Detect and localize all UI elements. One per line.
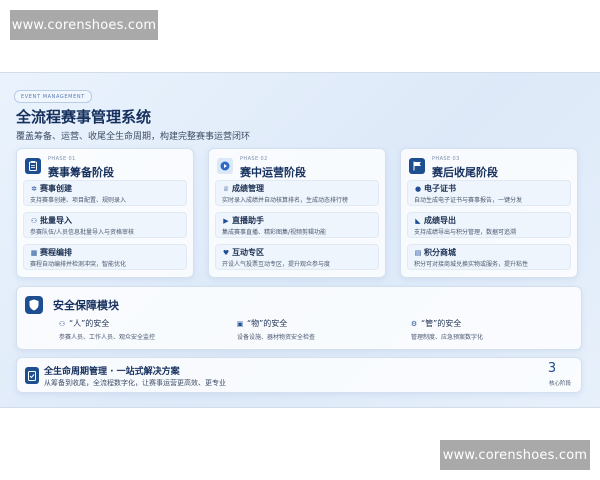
stat-label: 核心阶段 xyxy=(548,381,571,387)
feature-desc: 参赛队伍/人员信息批量导入与资格审核 xyxy=(30,229,135,236)
export-icon: ◣ xyxy=(415,217,421,225)
slide: EVENT MANAGEMENT 全流程赛事管理系统 覆盖筹备、运营、收尾全生命… xyxy=(0,72,600,408)
phase-card-3: PHASE 03 赛后收尾阶段 ● 电子证书 自动生成电子证书与赛事报告，一键分… xyxy=(400,148,578,278)
feature-item-score-management[interactable]: ♕ 成绩管理 实时录入成绩并自动核算排名，生成动态排行榜 xyxy=(215,180,379,206)
phase-title: 赛事筹备阶段 xyxy=(48,166,114,179)
certificate-icon: ● xyxy=(414,185,422,193)
heart-icon: ♥ xyxy=(222,249,230,257)
gear-icon: ✲ xyxy=(31,185,37,193)
flag-icon xyxy=(409,158,425,174)
summary-subtitle: 从筹备到收尾，全流程数字化，让赛事运营更高效、更专业 xyxy=(44,379,226,387)
feature-item-event-create[interactable]: ✲ 赛事创建 支持赛事创建、项目配置、规则录入 xyxy=(23,180,187,206)
feature-title: 赛程编排 xyxy=(40,248,72,257)
calendar-icon: ▦ xyxy=(30,249,38,257)
clipboard-icon xyxy=(25,158,41,174)
safety-equipment[interactable]: ▣ “物”的安全 设备设施、器材物资安全检查 xyxy=(235,317,405,347)
safety-module: 安全保障模块 ⚇ “人”的安全 参赛人员、工作人员、观众安全监控 ▣ “物”的安… xyxy=(16,286,582,350)
phase-card-1: PHASE 01 赛事筹备阶段 ✲ 赛事创建 支持赛事创建、项目配置、规则录入 … xyxy=(16,148,194,278)
feature-item-schedule[interactable]: ▦ 赛程编排 赛程自动编排并检测冲突，智能优化 xyxy=(23,244,187,270)
feature-title: 成绩管理 xyxy=(232,184,264,193)
play-icon xyxy=(217,158,233,174)
feature-desc: 实时录入成绩并自动核算排名，生成动态排行榜 xyxy=(222,197,349,204)
people-icon: ⚇ xyxy=(58,320,66,328)
feature-title: 赛事创建 xyxy=(40,184,72,193)
safety-item-desc: 管理制度、应急预案数字化 xyxy=(411,334,484,341)
watermark-top: www.corenshoes.com xyxy=(10,10,158,40)
page-title: 全流程赛事管理系统 xyxy=(16,108,152,126)
equipment-icon: ▣ xyxy=(236,320,244,328)
feature-title: 积分商城 xyxy=(424,248,456,257)
video-icon: ▶ xyxy=(223,217,229,225)
safety-management[interactable]: ⚙ “管”的安全 管理制度、应急预案数字化 xyxy=(409,317,579,347)
phase-kicker: PHASE 02 xyxy=(240,156,268,162)
page-subtitle: 覆盖筹备、运营、收尾全生命周期，构建完整赛事运营闭环 xyxy=(16,132,251,142)
store-icon: ▤ xyxy=(414,249,422,257)
phase-card-2: PHASE 02 赛中运营阶段 ♕ 成绩管理 实时录入成绩并自动核算排名，生成动… xyxy=(208,148,386,278)
feature-item-live-assistant[interactable]: ▶ 直播助手 集成赛事直播、精彩图集/视频剪辑功能 xyxy=(215,212,379,238)
safety-item-title: “管”的安全 xyxy=(421,319,462,328)
section-tag: EVENT MANAGEMENT xyxy=(14,90,92,103)
feature-desc: 开设人气投票互动专区，提升观众参与度 xyxy=(222,261,331,268)
feature-desc: 支持赛事创建、项目配置、规则录入 xyxy=(30,197,127,204)
feature-desc: 赛程自动编排并检测冲突，智能优化 xyxy=(30,261,127,268)
phase-kicker: PHASE 03 xyxy=(432,156,460,162)
feature-item-points-mall[interactable]: ▤ 积分商城 积分可对接商城兑换实物或服务，提升粘性 xyxy=(407,244,571,270)
feature-desc: 积分可对接商城兑换实物或服务，提升粘性 xyxy=(414,261,529,268)
feature-desc: 集成赛事直播、精彩图集/视频剪辑功能 xyxy=(222,229,327,236)
feature-item-batch-import[interactable]: ⚇ 批量导入 参赛队伍/人员信息批量导入与资格审核 xyxy=(23,212,187,238)
feature-item-e-certificate[interactable]: ● 电子证书 自动生成电子证书与赛事报告，一键分发 xyxy=(407,180,571,206)
summary-bar: 全生命周期管理 · 一站式解决方案 从筹备到收尾，全流程数字化，让赛事运营更高效… xyxy=(16,357,582,393)
group-icon: ⚇ xyxy=(30,217,38,225)
safety-title: 安全保障模块 xyxy=(53,299,119,312)
safety-item-desc: 参赛人员、工作人员、观众安全监控 xyxy=(59,334,156,341)
summary-title: 全生命周期管理 · 一站式解决方案 xyxy=(44,367,180,377)
management-icon: ⚙ xyxy=(410,320,418,328)
watermark-bottom: www.corenshoes.com xyxy=(440,440,590,470)
safety-item-title: “人”的安全 xyxy=(69,319,110,328)
feature-title: 成绩导出 xyxy=(424,216,456,225)
feature-title: 批量导入 xyxy=(40,216,72,225)
phase-title: 赛后收尾阶段 xyxy=(432,166,498,179)
safety-item-desc: 设备设施、器材物资安全检查 xyxy=(237,334,316,341)
checklist-icon xyxy=(25,367,39,384)
feature-title: 互动专区 xyxy=(232,248,264,257)
phase-kicker: PHASE 01 xyxy=(48,156,76,162)
phase-title: 赛中运营阶段 xyxy=(240,166,306,179)
safety-people[interactable]: ⚇ “人”的安全 参赛人员、工作人员、观众安全监控 xyxy=(57,317,227,347)
feature-item-score-export[interactable]: ◣ 成绩导出 支持成绩导出与积分管理，数据可追溯 xyxy=(407,212,571,238)
stat-value: 3 xyxy=(547,361,557,376)
feature-title: 电子证书 xyxy=(424,184,456,193)
safety-item-title: “物”的安全 xyxy=(247,319,288,328)
feature-item-interaction[interactable]: ♥ 互动专区 开设人气投票互动专区，提升观众参与度 xyxy=(215,244,379,270)
trophy-icon: ♕ xyxy=(222,185,230,193)
feature-desc: 自动生成电子证书与赛事报告，一键分发 xyxy=(414,197,523,204)
shield-icon xyxy=(25,296,43,314)
feature-desc: 支持成绩导出与积分管理，数据可追溯 xyxy=(414,229,517,236)
feature-title: 直播助手 xyxy=(232,216,264,225)
